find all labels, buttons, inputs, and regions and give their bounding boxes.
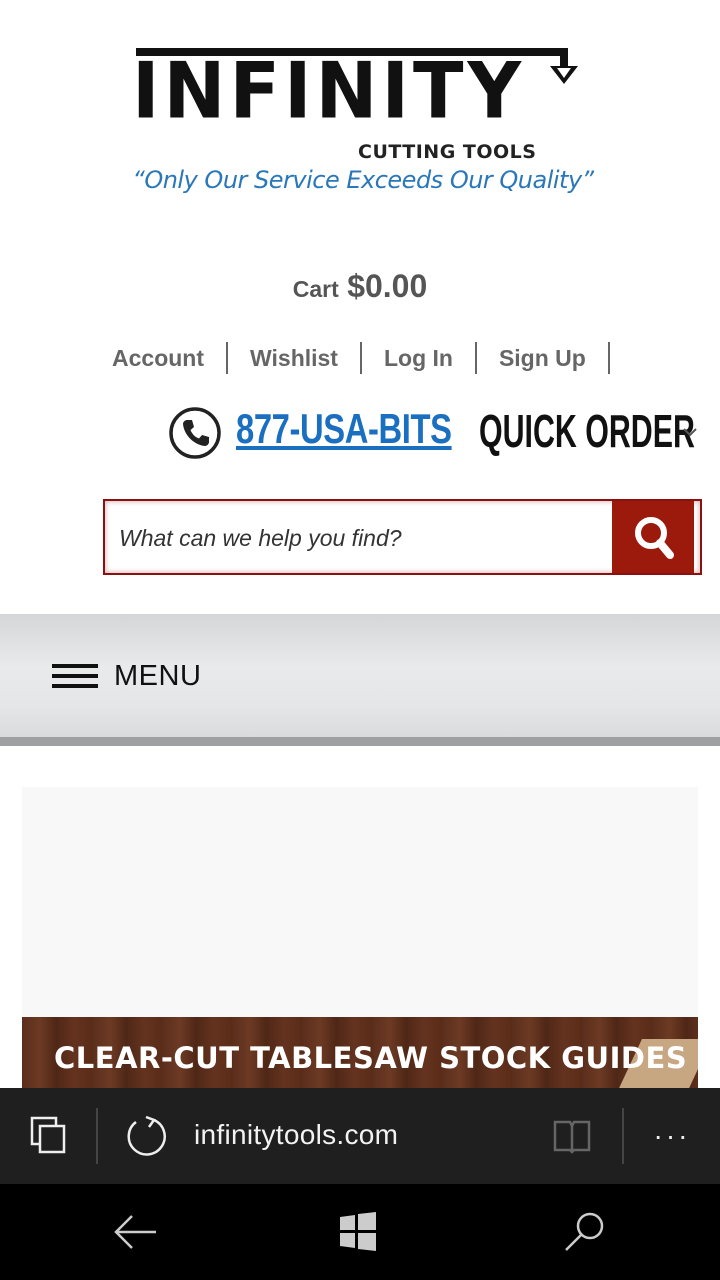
logo-subtitle: CUTTING TOOLS [358,141,537,163]
wishlist-link[interactable]: Wishlist [250,342,362,374]
toolbar-divider [96,1108,98,1164]
search-icon [635,517,674,559]
tabs-icon[interactable] [30,1116,68,1156]
browser-address-bar: infinitytools.com ··· [0,1088,720,1184]
more-icon[interactable]: ··· [652,1118,692,1154]
hamburger-icon [52,664,98,692]
logo-arrow-icon [550,48,578,84]
system-nav-bar [0,1184,720,1280]
account-link[interactable]: Account [96,342,228,374]
search-button[interactable] [612,501,694,573]
logo-wordmark: INFINITY [132,45,526,137]
toolbar-divider [622,1108,624,1164]
url-field[interactable]: infinitytools.com [194,1119,398,1151]
banner-title: CLEAR-CUT TABLESAW STOCK GUIDES [54,1041,688,1075]
quick-order-button[interactable]: QUICK ORDER [479,404,695,458]
search-input[interactable] [119,521,599,555]
cart-label: Cart [292,276,339,302]
site-logo[interactable]: INFINITY CUTTING TOOLS “Only Our Service… [128,44,600,204]
account-links: Account Wishlist Log In Sign Up [96,340,632,376]
phone-icon [169,407,221,459]
windows-start-icon[interactable] [336,1210,380,1254]
reading-view-icon[interactable] [552,1118,592,1154]
search-icon[interactable] [560,1208,608,1256]
signup-link[interactable]: Sign Up [499,342,610,374]
cart-summary[interactable]: Cart $0.00 [0,268,720,305]
logo-tagline: “Only Our Service Exceeds Our Quality” [132,166,594,194]
phone-number-link[interactable]: 877-USA-BITS [236,405,452,453]
back-icon[interactable] [112,1210,160,1254]
menu-bar[interactable]: MENU [0,614,720,746]
banner-placeholder [22,787,698,1017]
menu-label: MENU [114,660,202,692]
refresh-icon[interactable] [124,1114,168,1158]
search-box [103,499,702,575]
chevron-down-icon[interactable] [682,424,698,440]
cart-amount: $0.00 [347,268,428,304]
login-link[interactable]: Log In [384,342,477,374]
promo-banner[interactable]: CLEAR-CUT TABLESAW STOCK GUIDES [22,1017,698,1088]
